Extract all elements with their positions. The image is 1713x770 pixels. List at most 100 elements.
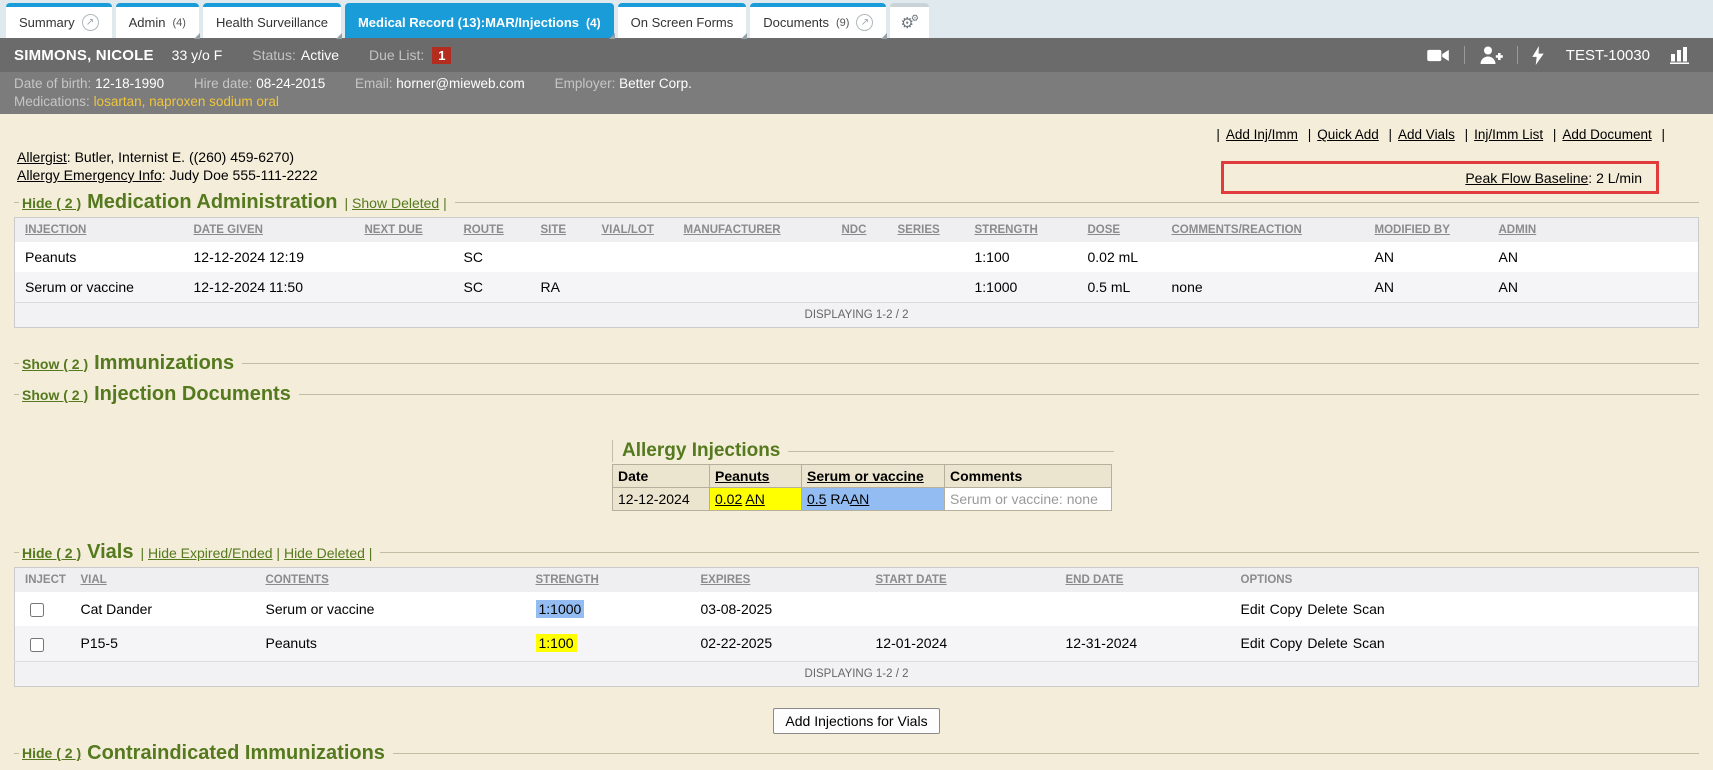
tab-documents-count: (9) [836,17,849,29]
popout-arrow-icon[interactable]: ↗ [856,14,873,31]
vial-checkbox[interactable] [30,603,44,617]
pipe: | [345,195,349,211]
allergist-value: Butler, Internist E. ((260) 459-6270) [75,149,294,165]
col-injection[interactable]: INJECTION [15,218,191,243]
peanuts-dose-link[interactable]: 0.02 [715,491,742,507]
colon: : [162,167,170,183]
peak-flow-baseline-link[interactable]: Peak Flow Baseline [1465,170,1588,186]
show-deleted-link[interactable]: Show Deleted [352,195,439,211]
table-header-row: INJECTION DATE GIVEN NEXT DUE ROUTE SITE… [15,218,1699,243]
col-next-due[interactable]: NEXT DUE [362,218,461,243]
col-expires[interactable]: EXPIRES [698,568,873,593]
col-site[interactable]: SITE [538,218,599,243]
add-injections-for-vials-button[interactable]: Add Injections for Vials [773,708,939,734]
add-document-link[interactable]: Add Document [1562,127,1651,142]
medication-separator: , [142,94,150,109]
cell-end-date: 12-31-2024 [1063,626,1238,661]
contraindicated-hide-link[interactable]: Hide ( 2 ) [22,745,81,761]
popout-arrow-icon[interactable]: ↗ [82,14,99,31]
col-dose[interactable]: DOSE [1085,218,1169,243]
cell-comments [1169,242,1372,272]
due-list-label: Due List: [369,47,424,63]
tab-health-surveillance[interactable]: Health Surveillance [203,3,341,38]
add-vials-link[interactable]: Add Vials [1398,127,1455,142]
hide-deleted-link[interactable]: Hide Deleted [284,545,365,561]
tab-on-screen-forms-label: On Screen Forms [631,15,734,30]
delete-link[interactable]: Delete [1307,635,1347,651]
edit-link[interactable]: Edit [1241,635,1265,651]
cell-dose: 0.02 mL [1085,242,1169,272]
video-camera-icon[interactable] [1427,48,1450,63]
med-admin-hide-link[interactable]: Hide ( 2 ) [22,195,81,211]
quick-add-link[interactable]: Quick Add [1317,127,1379,142]
allergy-emergency-info-link[interactable]: Allergy Emergency Info [17,167,162,183]
medication-administration-header: Hide ( 2 ) Medication Administration | S… [14,191,1699,214]
col-vial-lot[interactable]: VIAL/LOT [599,218,681,243]
cell-next-due [362,272,461,303]
tab-documents[interactable]: Documents (9) ↗ [750,3,886,38]
serum-column-link[interactable]: Serum or vaccine [807,468,924,484]
cell-start-date: 12-01-2024 [873,626,1063,661]
tab-settings[interactable]: ⚙⚙ [890,3,929,38]
add-inj-imm-link[interactable]: Add Inj/Imm [1226,127,1298,142]
pipe: | [1553,127,1557,142]
displaying-count: DISPLAYING 1-2 / 2 [15,303,1699,328]
vial-checkbox[interactable] [30,638,44,652]
col-vial[interactable]: VIAL [78,568,263,593]
cell-modified-by: AN [1372,242,1496,272]
peak-flow-annotation-box: Peak Flow Baseline: 2 L/min [1221,161,1659,194]
serum-dose-link[interactable]: 0.5 [807,491,826,507]
col-admin[interactable]: ADMIN [1496,218,1699,243]
hide-expired-ended-link[interactable]: Hide Expired/Ended [148,545,273,561]
col-ndc[interactable]: NDC [839,218,895,243]
injection-documents-title: Injection Documents [94,383,291,406]
injection-documents-show-link[interactable]: Show ( 2 ) [22,387,88,403]
copy-link[interactable]: Copy [1270,635,1303,651]
col-modified-by[interactable]: MODIFIED BY [1372,218,1496,243]
col-end-date[interactable]: END DATE [1063,568,1238,593]
due-list-badge[interactable]: 1 [432,47,451,64]
col-route[interactable]: ROUTE [461,218,538,243]
col-start-date[interactable]: START DATE [873,568,1063,593]
peanuts-admin-link[interactable]: AN [745,491,764,507]
pipe: | [1465,127,1469,142]
table-row: Serum or vaccine 12-12-2024 11:50 SC RA … [15,272,1699,303]
cell-admin: AN [1496,242,1699,272]
col-date-given[interactable]: DATE GIVEN [191,218,362,243]
lightning-bolt-icon[interactable] [1532,46,1544,65]
col-manufacturer[interactable]: MANUFACTURER [681,218,839,243]
peanuts-column-link[interactable]: Peanuts [715,468,769,484]
col-strength[interactable]: STRENGTH [972,218,1085,243]
delete-link[interactable]: Delete [1307,601,1347,617]
bar-chart-icon[interactable] [1670,46,1691,64]
table-row: P15-5 Peanuts 1:100 02-22-2025 12-01-202… [15,626,1699,661]
immunizations-header: Show ( 2 ) Immunizations [14,352,1699,375]
person-plus-icon[interactable] [1479,46,1503,64]
copy-link[interactable]: Copy [1270,601,1303,617]
allergist-link[interactable]: Allergist [17,149,67,165]
col-comments-reaction[interactable]: COMMENTS/REACTION [1169,218,1372,243]
gears-icon-small: ⚙ [911,13,919,24]
cell-start-date [873,592,1063,626]
edit-link[interactable]: Edit [1241,601,1265,617]
col-contents[interactable]: CONTENTS [263,568,533,593]
tab-admin[interactable]: Admin (4) [116,3,199,38]
tab-admin-label: Admin [129,15,166,30]
vials-hide-link[interactable]: Hide ( 2 ) [22,545,81,561]
col-series[interactable]: SERIES [895,218,972,243]
inj-imm-list-link[interactable]: Inj/Imm List [1474,127,1543,142]
immunizations-show-link[interactable]: Show ( 2 ) [22,356,88,372]
cell-injection: Peanuts [15,242,191,272]
tab-summary[interactable]: Summary ↗ [6,3,112,38]
tab-on-screen-forms[interactable]: On Screen Forms [618,3,747,38]
medication-link-losartan[interactable]: losartan [94,94,142,109]
col-strength[interactable]: STRENGTH [533,568,698,593]
cell-strength: 1:100 [972,242,1085,272]
medication-link-naproxen[interactable]: naproxen sodium oral [149,94,279,109]
employer-value: Better Corp. [619,76,692,91]
scan-link[interactable]: Scan [1353,601,1385,617]
serum-admin-link[interactable]: AN [850,491,869,507]
vials-table: INJECT VIAL CONTENTS STRENGTH EXPIRES ST… [14,567,1699,687]
tab-medical-record[interactable]: Medical Record (13):MAR/Injections (4) [345,3,614,38]
scan-link[interactable]: Scan [1353,635,1385,651]
